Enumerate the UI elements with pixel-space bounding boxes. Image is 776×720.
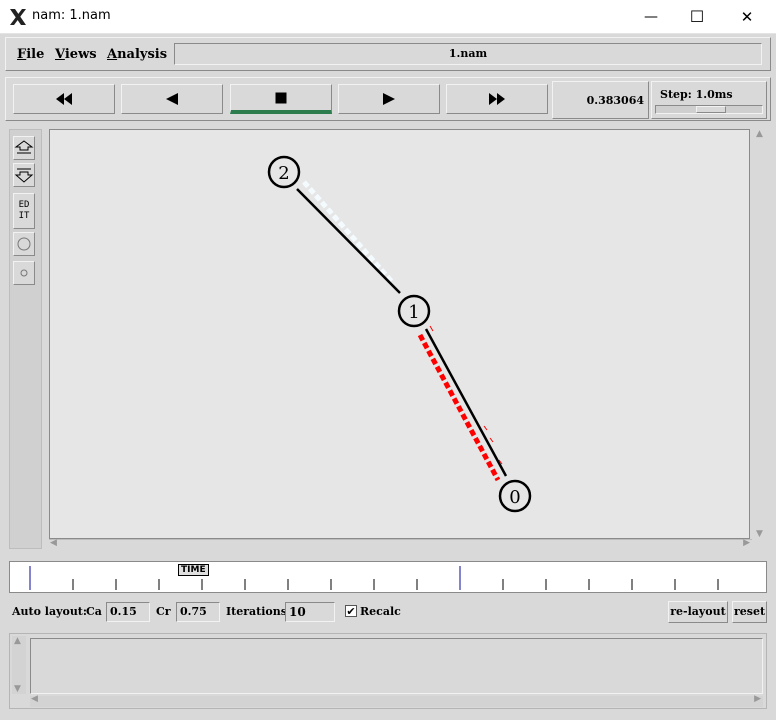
network-canvas[interactable]: 2 1 0	[49, 129, 750, 539]
auto-layout-label: Auto layout:	[12, 605, 87, 618]
zoom-out-icon	[14, 168, 34, 183]
node-0[interactable]: 0	[498, 479, 532, 513]
zoom-in-button[interactable]	[13, 136, 35, 160]
small-circle-icon	[20, 269, 28, 277]
node-tool-button[interactable]	[13, 232, 35, 256]
recalc-label: Recalc	[360, 605, 401, 618]
menu-bar: File Views Analysis 1.nam	[5, 37, 771, 71]
time-marker[interactable]: TIME	[178, 564, 209, 576]
timeline-ticks	[29, 566, 719, 590]
time-display-frame: 0.383064	[552, 81, 649, 119]
x-app-icon	[10, 9, 26, 25]
annotation-scrollbar[interactable]: ▲ ▼	[12, 636, 26, 694]
analysis-menu[interactable]: Analysis	[107, 47, 167, 62]
views-menu-mnemonic: V	[55, 47, 65, 62]
node-1-label: 1	[408, 302, 419, 323]
red-packet-stream	[417, 325, 503, 482]
annotation-scroll-up-icon[interactable]: ▲	[14, 636, 21, 646]
link-2-1	[296, 188, 401, 294]
playback-bar: 0.383064 Step: 1.0ms	[5, 77, 771, 121]
white-packet-stream	[302, 180, 395, 285]
link-1-0	[424, 328, 508, 477]
fast-forward-icon	[489, 93, 505, 105]
current-time: 0.383064	[586, 94, 644, 107]
ca-label: Ca	[86, 605, 102, 618]
node-2[interactable]: 2	[267, 155, 301, 189]
scroll-right-arrow-icon[interactable]: ▶	[743, 538, 750, 548]
step-slider[interactable]	[655, 105, 763, 114]
white-packet-line	[302, 180, 395, 285]
tool-column	[9, 129, 42, 549]
rewind-button[interactable]	[13, 84, 115, 114]
back-icon	[166, 93, 178, 105]
dropped-packet-mark	[429, 325, 434, 332]
annotation-scroll-left-icon[interactable]: ◀	[31, 694, 38, 704]
annotation-hscrollbar[interactable]: ◀ ▶	[30, 694, 763, 707]
scroll-left-arrow-icon[interactable]: ◀	[50, 538, 57, 548]
red-packet-line	[417, 333, 501, 482]
step-slider-handle[interactable]	[696, 106, 726, 113]
views-menu[interactable]: Views	[55, 47, 97, 62]
cr-input[interactable]: 0.75	[176, 602, 220, 622]
filename-display: 1.nam	[174, 43, 762, 65]
scroll-down-arrow-icon[interactable]: ▼	[756, 529, 763, 539]
edit-label-bottom: IT	[18, 211, 30, 221]
window-title: nam: 1.nam	[32, 8, 111, 23]
iterations-label: Iterations	[226, 605, 287, 618]
vertical-scrollbar[interactable]: ▲ ▼	[752, 129, 768, 539]
close-button[interactable]: ✕	[724, 0, 770, 34]
analysis-menu-label: nalysis	[117, 47, 168, 62]
scroll-up-arrow-icon[interactable]: ▲	[756, 129, 763, 139]
iterations-input[interactable]: 10	[285, 602, 335, 622]
annotation-scroll-down-icon[interactable]: ▼	[14, 684, 21, 694]
ca-input[interactable]: 0.15	[106, 602, 150, 622]
file-menu-mnemonic: F	[17, 47, 27, 62]
stop-button[interactable]	[230, 84, 332, 114]
file-menu-label: ile	[26, 47, 45, 62]
checkmark-icon: ✔	[346, 605, 356, 618]
recalc-checkbox[interactable]: ✔	[345, 605, 357, 617]
cr-label: Cr	[156, 605, 171, 618]
horizontal-scrollbar[interactable]: ◀ ▶	[49, 538, 752, 551]
annotation-scroll-right-icon[interactable]: ▶	[754, 694, 761, 704]
node-2-label: 2	[278, 163, 289, 184]
title-bar: nam: 1.nam — ☐ ✕	[0, 0, 776, 34]
node-0-label: 0	[509, 487, 520, 508]
play-button[interactable]	[338, 84, 440, 114]
views-menu-label: iews	[64, 47, 97, 62]
dropped-packet-mark	[489, 437, 494, 443]
reset-button[interactable]: reset	[732, 601, 767, 623]
zoom-out-button[interactable]	[13, 163, 35, 187]
relayout-button[interactable]: re-layout	[668, 601, 728, 623]
minimize-button[interactable]: —	[628, 0, 674, 34]
rewind-icon	[56, 93, 72, 105]
node-1[interactable]: 1	[397, 294, 431, 328]
play-icon	[383, 93, 395, 105]
file-menu[interactable]: File	[17, 47, 44, 62]
network-topology: 2 1 0	[267, 155, 532, 513]
annotation-list[interactable]	[30, 638, 763, 694]
step-control: Step: 1.0ms	[651, 81, 767, 119]
step-back-button[interactable]	[121, 84, 223, 114]
stop-icon	[275, 92, 287, 103]
timeline[interactable]: TIME	[9, 561, 767, 593]
annotation-panel: ▲ ▼ ◀ ▶	[9, 633, 767, 709]
dropped-packet-mark	[483, 425, 488, 431]
edit-button[interactable]: ED IT	[13, 193, 35, 229]
circle-icon	[17, 237, 31, 251]
maximize-button[interactable]: ☐	[674, 0, 720, 34]
step-label: Step: 1.0ms	[660, 88, 733, 101]
analysis-menu-mnemonic: A	[107, 47, 118, 62]
fast-forward-button[interactable]	[446, 84, 548, 114]
small-node-tool-button[interactable]	[13, 261, 35, 285]
zoom-in-icon	[14, 140, 34, 154]
edit-label-top: ED	[18, 200, 30, 210]
